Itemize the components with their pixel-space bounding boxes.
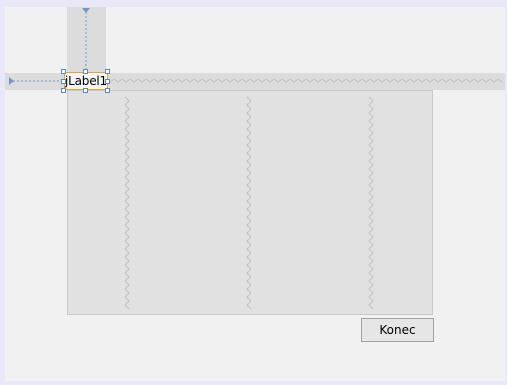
resize-handle-nw[interactable] [61, 69, 66, 74]
konec-button[interactable]: Konec [361, 318, 434, 342]
resize-handle-ne[interactable] [105, 69, 110, 74]
vertical-anchor-arrow [82, 8, 90, 13]
resize-handle-s[interactable] [83, 88, 88, 93]
resize-handle-e[interactable] [105, 79, 110, 84]
resize-handle-sw[interactable] [61, 88, 66, 93]
resize-handle-w[interactable] [61, 79, 66, 84]
resize-handle-n[interactable] [83, 69, 88, 74]
label-text: jLabel1 [65, 74, 107, 88]
horizontal-anchor-arrow [9, 77, 14, 85]
resize-handle-se[interactable] [105, 88, 110, 93]
